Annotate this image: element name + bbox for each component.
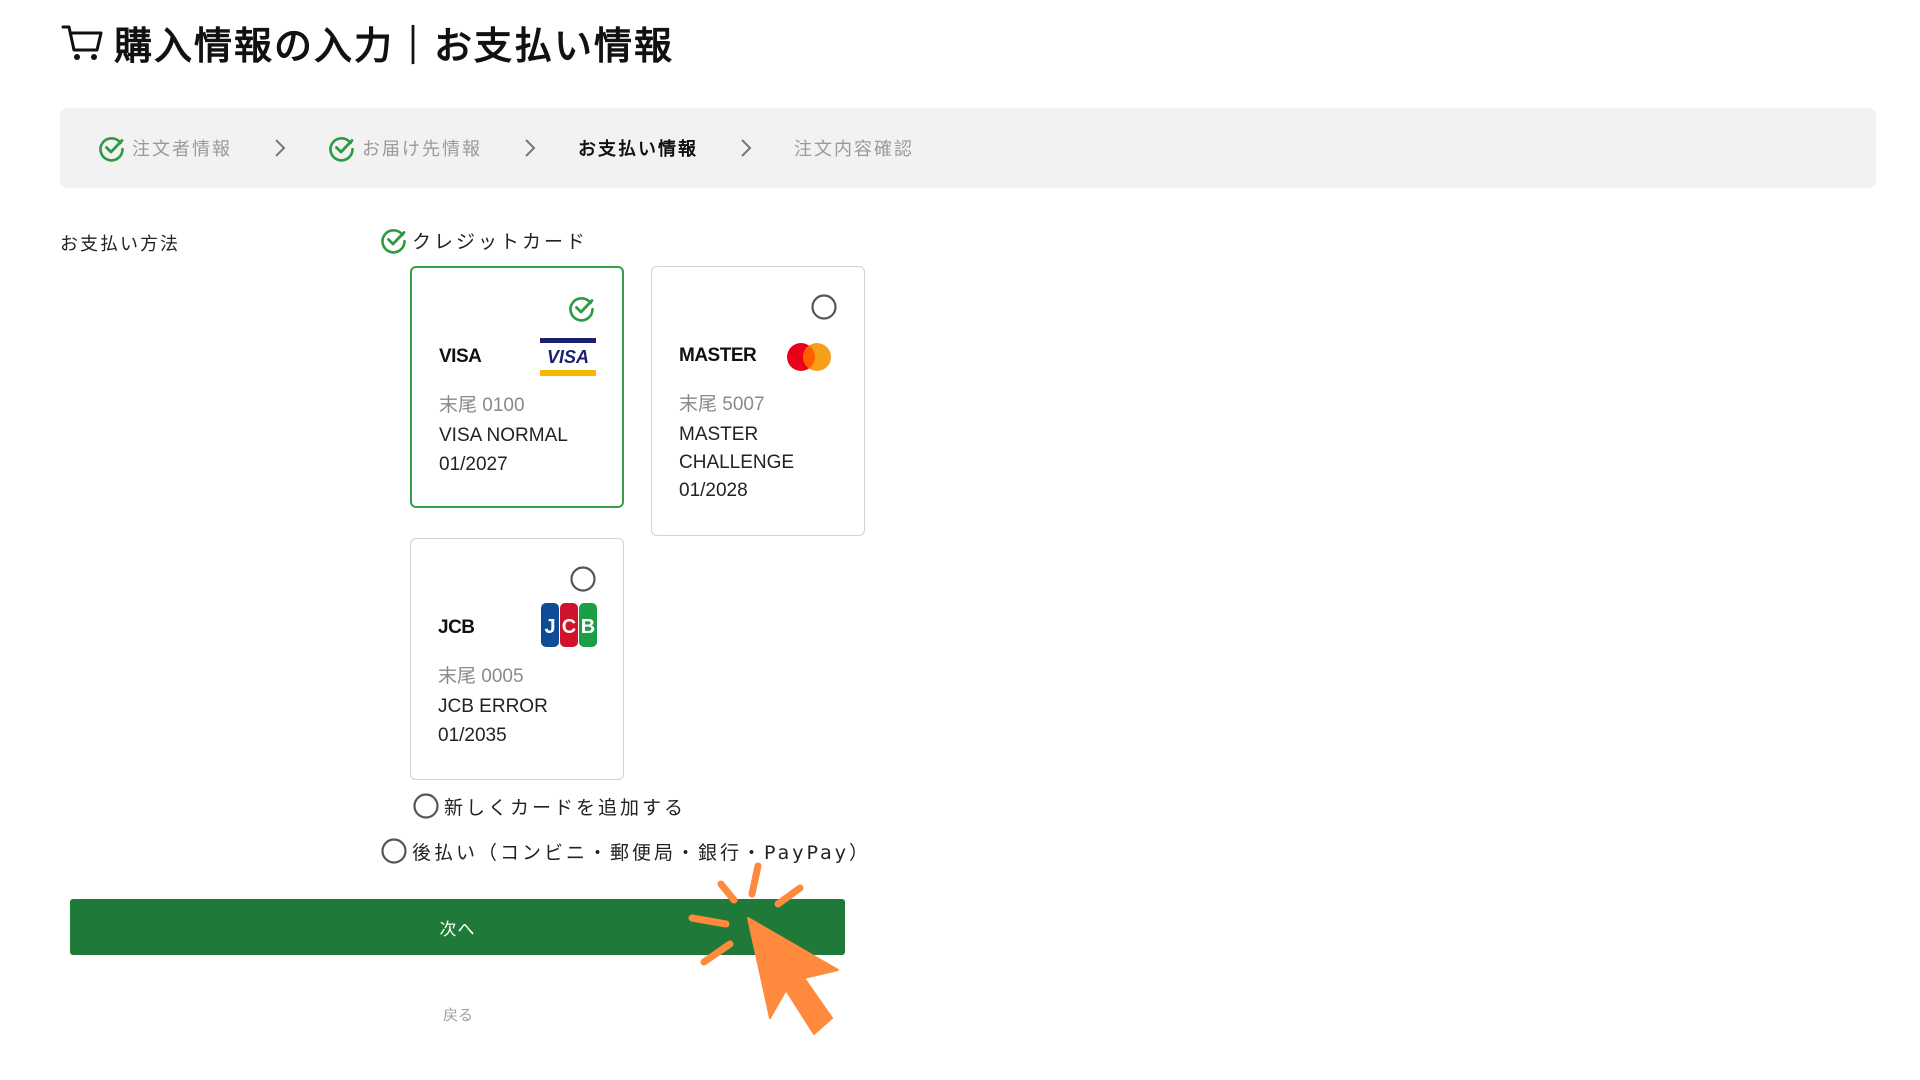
card-holder: JCB ERROR	[438, 696, 548, 717]
credit-card-label: クレジットカード	[412, 230, 589, 253]
card-jcb[interactable]: JCB J C B 末尾 0005 JCB ERROR 01/2035	[410, 538, 624, 780]
radio-empty-icon	[811, 294, 837, 320]
radio-empty-icon	[381, 838, 407, 864]
card-expiry: 01/2027	[439, 454, 508, 475]
check-circle-icon	[329, 137, 354, 162]
card-brand: JCB	[438, 617, 475, 638]
svg-text:VISA: VISA	[547, 347, 589, 367]
step-label: お支払い情報	[578, 139, 698, 160]
mastercard-logo	[787, 343, 831, 371]
step-order-confirm: 注文内容確認	[794, 135, 914, 161]
chevron-right-icon	[525, 139, 536, 157]
step-label: 注文者情報	[132, 139, 232, 160]
jcb-logo: J C B	[541, 603, 597, 647]
check-circle-icon	[99, 137, 124, 162]
card-expiry: 01/2028	[679, 480, 748, 501]
svg-text:C: C	[562, 616, 576, 638]
card-tail-number: 末尾 0100	[439, 395, 525, 416]
chevron-right-icon	[275, 139, 286, 157]
svg-text:J: J	[544, 616, 555, 638]
step-label: お届け先情報	[362, 139, 482, 160]
check-circle-icon	[381, 229, 406, 254]
step-payment-info: お支払い情報	[578, 135, 698, 161]
add-card-label: 新しくカードを追加する	[444, 796, 687, 819]
card-master[interactable]: MASTER 末尾 5007 MASTER CHALLENGE 01/2028	[651, 266, 865, 536]
card-brand: MASTER	[679, 345, 757, 366]
card-tail-number: 末尾 5007	[679, 394, 765, 415]
click-pointer-icon	[688, 862, 839, 1035]
chevron-right-icon	[741, 139, 752, 157]
payment-method-label: お支払い方法	[60, 234, 180, 255]
page-title: 購入情報の入力｜お支払い情報	[60, 14, 674, 70]
step-delivery-info[interactable]: お届け先情報	[328, 134, 482, 162]
card-holder: MASTER CHALLENGE	[679, 424, 795, 473]
checkout-stepper: 注文者情報 お届け先情報 お支払い情報 注文内容確認	[60, 108, 1876, 188]
step-label: 注文内容確認	[794, 139, 914, 160]
visa-logo: VISA	[540, 338, 596, 376]
cart-icon	[61, 25, 103, 60]
credit-card-option[interactable]: クレジットカード	[380, 226, 588, 254]
radio-empty-icon	[570, 566, 596, 592]
card-brand: VISA	[439, 346, 482, 367]
svg-text:B: B	[581, 616, 595, 638]
radio-empty-icon	[413, 793, 439, 819]
add-card-option[interactable]: 新しくカードを追加する	[412, 792, 686, 820]
check-circle-icon	[569, 297, 594, 322]
card-tail-number: 末尾 0005	[438, 666, 524, 687]
step-orderer-info[interactable]: 注文者情報	[98, 134, 232, 162]
card-holder: VISA NORMAL	[439, 425, 568, 446]
card-expiry: 01/2035	[438, 725, 507, 746]
page-title-text: 購入情報の入力｜お支払い情報	[114, 23, 675, 68]
card-visa[interactable]: VISA VISA 末尾 0100 VISA NORMAL 01/2027	[410, 266, 624, 508]
back-link[interactable]: 戻る	[430, 1004, 486, 1025]
